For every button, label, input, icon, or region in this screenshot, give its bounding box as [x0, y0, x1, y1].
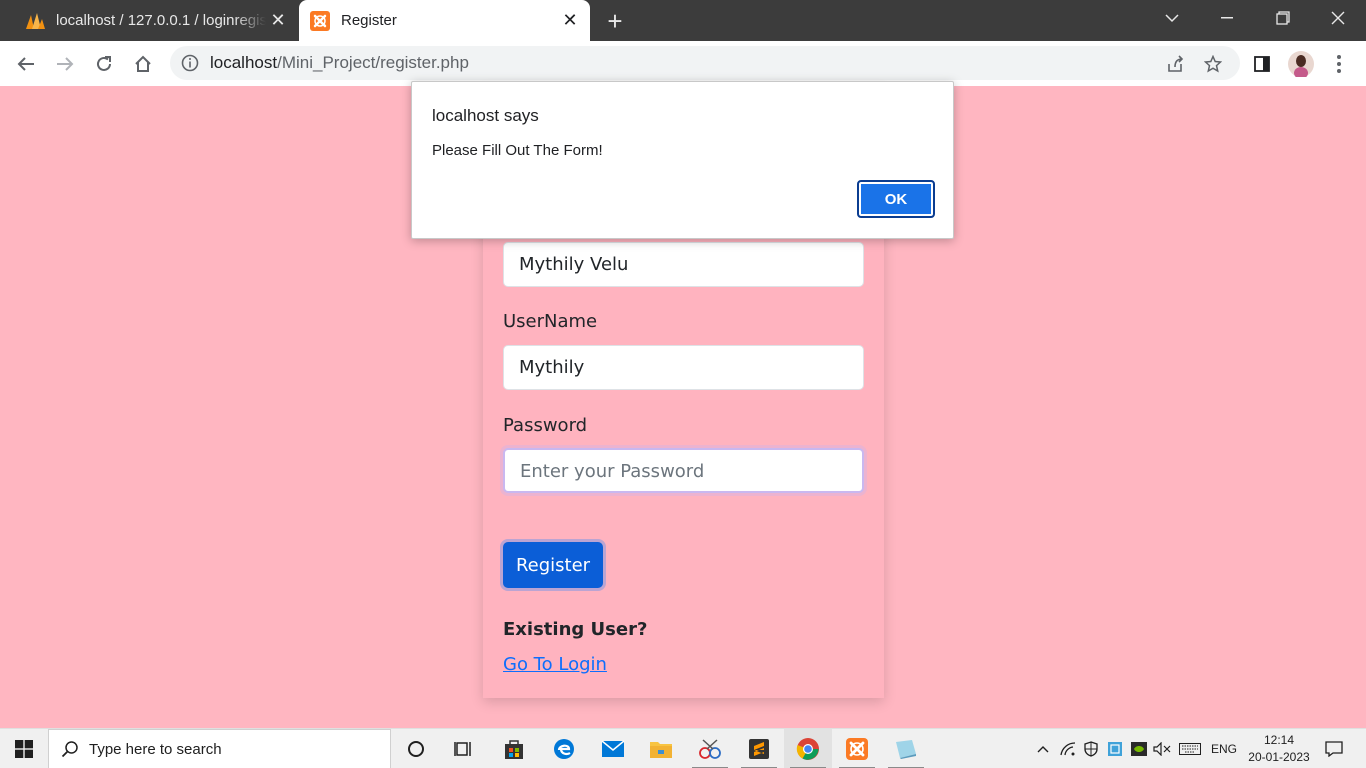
alert-dialog: localhost says Please Fill Out The Form!… — [411, 81, 954, 239]
clock-time: 12:14 — [1263, 733, 1295, 747]
username-label: UserName — [503, 311, 598, 332]
clock-date: 20-01-2023 — [1248, 750, 1310, 764]
browser-toolbar: localhost/Mini_Project/register.php — [0, 41, 1366, 86]
dialog-message: Please Fill Out The Form! — [432, 142, 603, 159]
xampp-taskbar-icon[interactable] — [833, 729, 881, 768]
restore-icon[interactable] — [1255, 0, 1311, 36]
close-icon[interactable]: ✕ — [558, 9, 582, 33]
taskbar-search-input[interactable]: Type here to search — [48, 729, 391, 768]
tab-phpmyadmin[interactable]: localhost / 127.0.0.1 / loginregister ✕ — [14, 0, 298, 41]
forward-icon[interactable] — [50, 49, 80, 79]
tab-register[interactable]: Register ✕ — [299, 0, 590, 41]
tab-title: localhost / 127.0.0.1 / loginregister — [56, 12, 266, 29]
site-info-icon[interactable] — [181, 54, 199, 72]
bookmark-star-icon[interactable] — [1198, 49, 1228, 79]
edge-icon[interactable] — [540, 729, 588, 768]
volume-muted-icon[interactable] — [1151, 729, 1173, 768]
dialog-ok-button[interactable]: OK — [857, 180, 935, 218]
menu-kebab-icon[interactable] — [1324, 49, 1354, 79]
clock[interactable]: 12:14 20-01-2023 — [1244, 732, 1314, 766]
wifi-icon[interactable] — [1056, 729, 1080, 768]
go-to-login-link[interactable]: Go To Login — [503, 654, 607, 675]
notification-icon[interactable] — [1320, 729, 1348, 768]
close-window-icon[interactable] — [1310, 0, 1366, 36]
home-icon[interactable] — [128, 49, 158, 79]
search-placeholder: Type here to search — [89, 740, 222, 758]
fullname-input[interactable]: Mythily Velu — [503, 242, 864, 287]
tab-search-chevron-icon[interactable] — [1144, 0, 1200, 36]
security-shield-icon[interactable] — [1080, 729, 1102, 768]
chevron-up-icon[interactable] — [1032, 729, 1054, 768]
url-host: localhost — [210, 53, 278, 72]
share-icon[interactable] — [1160, 49, 1190, 79]
existing-user-text: Existing User? — [503, 619, 648, 640]
password-label: Password — [503, 415, 588, 436]
store-icon[interactable] — [490, 729, 538, 768]
url-text: localhost/Mini_Project/register.php — [210, 53, 469, 73]
language-indicator[interactable]: ENG — [1206, 729, 1242, 768]
reload-icon[interactable] — [89, 49, 119, 79]
dialog-title: localhost says — [432, 106, 539, 125]
notepad-icon[interactable] — [882, 729, 930, 768]
tab-title: Register — [341, 12, 397, 29]
search-icon — [61, 741, 78, 758]
close-icon[interactable]: ✕ — [266, 9, 290, 33]
phpmyadmin-icon — [24, 10, 46, 32]
address-bar[interactable]: localhost/Mini_Project/register.php — [170, 46, 1240, 80]
avatar[interactable] — [1286, 49, 1316, 79]
password-input[interactable]: Enter your Password — [503, 448, 864, 493]
snipping-tool-icon[interactable] — [686, 729, 734, 768]
url-path: /Mini_Project/register.php — [277, 53, 469, 72]
windows-taskbar: Type here to search ENG 12:14 20-01-2023 — [0, 728, 1366, 768]
back-icon[interactable] — [11, 49, 41, 79]
mail-icon[interactable] — [589, 729, 637, 768]
minimize-icon[interactable] — [1199, 0, 1255, 36]
chrome-icon[interactable] — [784, 729, 832, 768]
sublime-text-icon[interactable] — [735, 729, 783, 768]
file-explorer-icon[interactable] — [637, 729, 685, 768]
register-button[interactable]: Register — [503, 542, 603, 588]
side-panel-icon[interactable] — [1247, 49, 1277, 79]
xampp-icon — [309, 10, 331, 32]
network-app-icon[interactable] — [1104, 729, 1126, 768]
windows-start-icon[interactable] — [0, 729, 48, 768]
username-input[interactable]: Mythily — [503, 345, 864, 390]
task-view-icon[interactable] — [440, 729, 488, 768]
browser-tab-strip: localhost / 127.0.0.1 / loginregister ✕ … — [0, 0, 1366, 41]
new-tab-button[interactable]: + — [600, 6, 630, 36]
nvidia-icon[interactable] — [1128, 729, 1150, 768]
cortana-icon[interactable] — [392, 729, 440, 768]
keyboard-icon[interactable] — [1176, 729, 1204, 768]
